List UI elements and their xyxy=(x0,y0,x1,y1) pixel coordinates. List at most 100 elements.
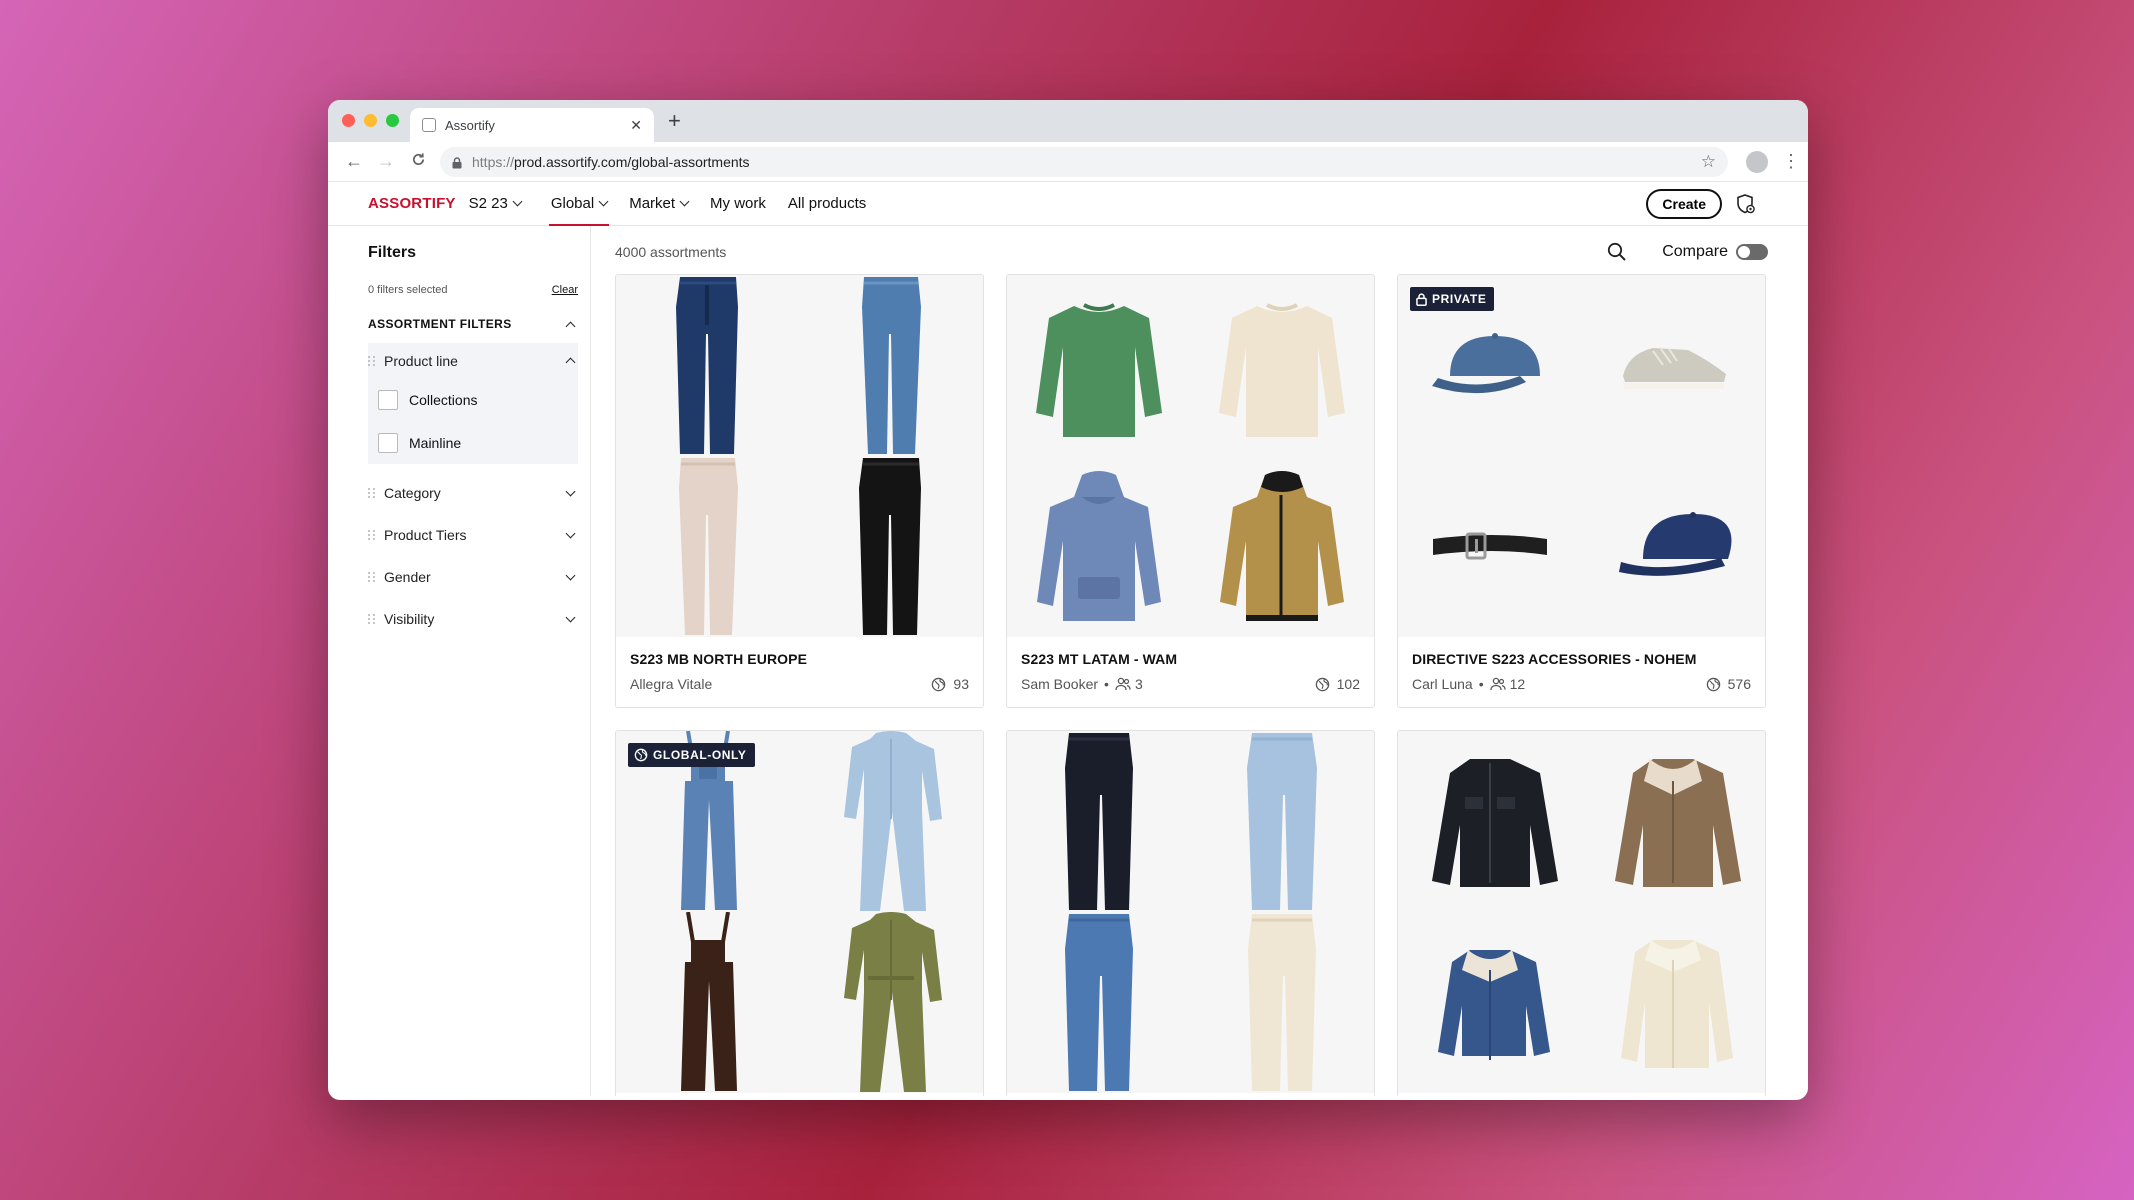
product-thumbnail xyxy=(616,275,800,456)
filter-category[interactable]: Category xyxy=(368,472,578,514)
close-tab-icon[interactable]: ✕ xyxy=(630,117,642,134)
assortment-count: 4000 assortments xyxy=(615,244,727,260)
product-thumbnail xyxy=(1191,912,1375,1093)
drag-handle-icon[interactable] xyxy=(368,613,378,625)
chevron-down-icon xyxy=(565,612,576,622)
url-text: https://prod.assortify.com/global-assort… xyxy=(472,153,750,170)
profile-avatar[interactable] xyxy=(1746,150,1768,173)
compare-label: Compare xyxy=(1662,243,1728,260)
product-thumbnail xyxy=(616,456,800,637)
option-label: Collections xyxy=(409,391,478,408)
reload-icon[interactable] xyxy=(402,151,434,172)
drag-handle-icon[interactable] xyxy=(368,571,378,583)
product-thumbnail xyxy=(1398,912,1582,1093)
lock-icon xyxy=(1416,292,1427,306)
bookmark-star-icon[interactable]: ☆ xyxy=(1701,152,1716,172)
season-selector[interactable]: S2 23 xyxy=(469,195,523,212)
assortment-card[interactable] xyxy=(1006,730,1375,1096)
browser-window: Assortify ✕ + ← → https://prod.assortify… xyxy=(328,100,1808,1100)
forward-icon[interactable]: → xyxy=(370,151,402,172)
app-header: ASSORTIFY S2 23 Global Market My work Al… xyxy=(328,182,1808,226)
browser-tab[interactable]: Assortify ✕ xyxy=(410,108,654,142)
search-icon[interactable] xyxy=(1606,241,1628,263)
product-thumbnail xyxy=(800,456,984,637)
back-icon[interactable]: ← xyxy=(338,151,370,172)
clear-filters-link[interactable]: Clear xyxy=(552,284,578,296)
filter-product-line[interactable]: Product line xyxy=(368,343,578,378)
filter-product-tiers[interactable]: Product Tiers xyxy=(368,514,578,556)
option-label: Mainline xyxy=(409,434,462,451)
menu-kebab-icon[interactable]: ⋮ xyxy=(1782,151,1800,172)
product-thumbnail xyxy=(1007,912,1191,1093)
section-title: ASSORTMENT FILTERS xyxy=(368,317,512,331)
shield-settings-icon[interactable] xyxy=(1734,192,1758,216)
assortment-card[interactable]: PRIVATE DIRECTIVE S223 ACCESSORIES - NOH… xyxy=(1397,274,1766,708)
product-count: 102 xyxy=(1315,676,1360,692)
nav-all-products[interactable]: All products xyxy=(788,182,866,226)
filter-label: Category xyxy=(384,485,441,501)
page-icon xyxy=(422,118,436,132)
assortment-card[interactable]: GLOBAL-ONLY xyxy=(615,730,984,1096)
nav-my-work[interactable]: My work xyxy=(710,182,766,226)
nav-global[interactable]: Global xyxy=(548,182,610,226)
product-thumbnail xyxy=(1398,731,1582,912)
checkbox[interactable] xyxy=(378,389,398,410)
product-line-group: Product line Collections Mainline xyxy=(368,343,578,464)
shared-users: 3 xyxy=(1115,676,1143,692)
product-count: 576 xyxy=(1706,676,1751,692)
globe-icon xyxy=(932,677,946,691)
product-thumbnail xyxy=(1007,731,1191,912)
chevron-down-icon xyxy=(598,196,609,207)
product-thumbnail xyxy=(1007,456,1191,637)
assortment-filters-header[interactable]: ASSORTMENT FILTERS xyxy=(368,317,578,331)
product-thumbnail xyxy=(1191,456,1375,637)
drag-handle-icon[interactable] xyxy=(368,487,378,499)
product-thumbnail xyxy=(800,731,984,912)
results-header: 4000 assortments Compare xyxy=(615,242,1768,262)
filters-meta: 0 filters selected Clear xyxy=(368,284,578,296)
product-thumbnail xyxy=(800,912,984,1093)
assortments-main: 4000 assortments Compare S223 MB NORTH E… xyxy=(591,226,1808,1096)
assortment-card[interactable]: S223 MT LATAM - WAM Sam Booker • 3 102 xyxy=(1006,274,1375,708)
tab-strip: Assortify ✕ + xyxy=(328,100,1808,142)
filter-visibility[interactable]: Visibility xyxy=(368,598,578,640)
window-controls xyxy=(342,114,399,127)
globe-icon xyxy=(634,748,648,762)
assortment-card[interactable] xyxy=(1397,730,1766,1096)
chevron-up-icon xyxy=(565,357,576,368)
address-bar[interactable]: https://prod.assortify.com/global-assort… xyxy=(440,146,1728,177)
shared-users: 12 xyxy=(1489,676,1525,692)
global-only-badge: GLOBAL-ONLY xyxy=(628,743,755,767)
product-thumbnail xyxy=(1191,731,1375,912)
product-thumbnail xyxy=(1582,912,1766,1093)
minimize-window-button[interactable] xyxy=(364,114,377,127)
maximize-window-button[interactable] xyxy=(386,114,399,127)
close-window-button[interactable] xyxy=(342,114,355,127)
filter-gender[interactable]: Gender xyxy=(368,556,578,598)
product-thumbnail xyxy=(1582,456,1766,637)
new-tab-icon[interactable]: + xyxy=(668,109,681,133)
option-mainline[interactable]: Mainline xyxy=(368,421,578,464)
nav-global-label: Global xyxy=(550,195,595,212)
users-icon xyxy=(1115,677,1131,691)
create-button[interactable]: Create xyxy=(1646,189,1722,219)
compare-toggle[interactable] xyxy=(1736,244,1768,260)
filters-title: Filters xyxy=(368,244,417,261)
assortment-title: S223 MB NORTH EUROPE xyxy=(630,651,808,667)
assortment-card[interactable]: S223 MB NORTH EUROPE Allegra Vitale 93 xyxy=(615,274,984,708)
filters-sidebar: Filters 0 filters selected Clear ASSORTM… xyxy=(328,226,591,1096)
private-badge: PRIVATE xyxy=(1410,287,1495,311)
product-count: 93 xyxy=(931,676,969,692)
nav-market[interactable]: Market xyxy=(629,182,690,226)
brand-logo[interactable]: ASSORTIFY xyxy=(368,195,456,212)
assortment-title: S223 MT LATAM - WAM xyxy=(1021,651,1178,667)
product-thumbnail xyxy=(1398,456,1582,637)
checkbox[interactable] xyxy=(378,432,398,453)
product-thumbnail xyxy=(800,275,984,456)
filter-label: Product line xyxy=(384,352,458,369)
drag-handle-icon[interactable] xyxy=(368,355,378,367)
drag-handle-icon[interactable] xyxy=(368,529,378,541)
option-collections[interactable]: Collections xyxy=(368,378,578,421)
chevron-down-icon xyxy=(565,486,576,496)
product-thumbnail xyxy=(1191,275,1375,456)
